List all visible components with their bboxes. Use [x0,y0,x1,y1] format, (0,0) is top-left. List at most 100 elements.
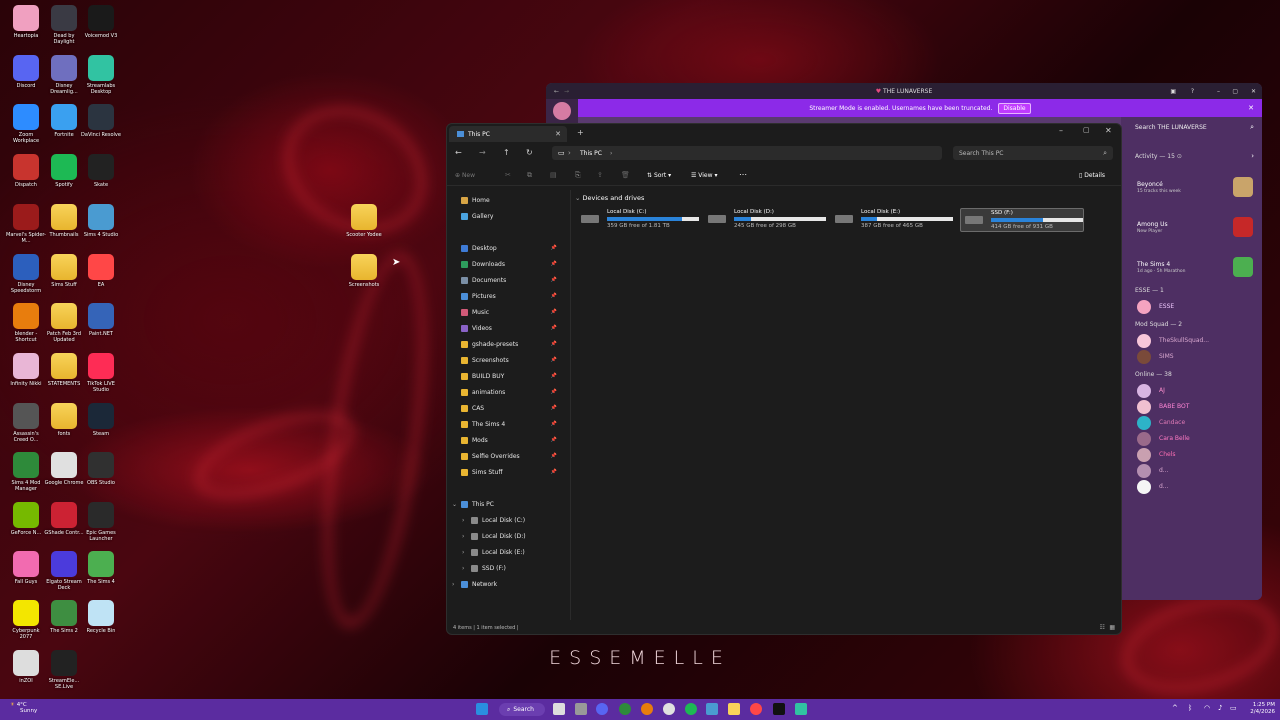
back-arrow-icon[interactable]: ← [455,148,462,157]
sims-studio-taskbar-icon[interactable] [706,703,718,715]
inbox-icon[interactable]: ▣ [1170,88,1176,95]
details-button[interactable]: ▯ Details [1079,172,1105,179]
desktop-icon[interactable]: Patch Feb 3rd Updated [44,303,84,343]
desktop-icon[interactable]: Epic Games Launcher [81,502,121,542]
maximize-icon[interactable]: ▢ [1232,88,1238,95]
desktop-icon[interactable]: Fall Guys [6,551,46,585]
up-arrow-icon[interactable]: ↑ [503,148,510,157]
search-input[interactable]: Search This PC ⌕ [953,146,1113,160]
forward-arrow-icon[interactable]: → [479,148,486,157]
blender-taskbar-icon[interactable] [641,703,653,715]
nav-item[interactable]: Desktop 📌 [461,241,571,255]
sort-button[interactable]: ⇅ Sort ▾ [647,172,671,179]
view-button[interactable]: ☰ View ▾ [691,172,717,179]
spotify-taskbar-icon[interactable] [685,703,697,715]
bluetooth-icon[interactable]: ᛒ [1188,704,1192,712]
devices-section-title[interactable]: ⌄ Devices and drives [575,194,644,202]
nav-item[interactable]: gshade-presets 📌 [461,337,571,351]
drive-tile[interactable]: Local Disk (C:) 359 GB free of 1.81 TB [577,208,701,232]
nav-item[interactable]: Home [461,193,571,207]
drive-tile[interactable]: Local Disk (E:) 387 GB free of 465 GB [831,208,955,232]
member-row[interactable]: Chels [1137,447,1259,463]
chevron-icon[interactable]: › [462,517,464,524]
nav-item[interactable]: › Local Disk (E:) [462,545,581,559]
rename-icon[interactable]: ⎘ [575,171,581,180]
desktop-icon[interactable]: GeForce N... [6,502,46,536]
member-row[interactable]: d... [1137,479,1259,495]
share-icon[interactable]: ⇪ [597,171,603,179]
desktop-icon[interactable]: Dispatch [6,154,46,188]
desktop-icon[interactable]: Heartopia [6,5,46,39]
activity-card[interactable]: Among Us New Player [1135,209,1255,243]
desktop-icon[interactable]: Discord [6,55,46,89]
desktop-icon[interactable]: Recycle Bin [81,600,121,634]
nav-item[interactable]: CAS 📌 [461,401,571,415]
wifi-icon[interactable]: ◠ [1204,704,1210,712]
ea-taskbar-icon[interactable] [750,703,762,715]
help-icon[interactable]: ? [1191,88,1194,95]
copy-icon[interactable]: ⧉ [527,171,532,180]
desktop-icon[interactable]: OBS Studio [81,452,121,486]
nav-item[interactable]: › Local Disk (C:) [462,513,581,527]
desktop-icon[interactable]: EA [81,254,121,288]
desktop-icon[interactable]: The Sims 4 [81,551,121,585]
more-options-icon[interactable]: ⋯ [739,170,747,179]
tiles-view-icon[interactable]: ▦ [1109,624,1115,631]
desktop-icon[interactable]: GShade Contr... [44,502,84,536]
nav-item[interactable]: Mods 📌 [461,433,571,447]
taskbar-search-button[interactable]: ⌕ Search [499,703,545,716]
desktop-icon[interactable]: Sims 4 Mod Manager [6,452,46,492]
close-icon[interactable]: ✕ [1251,88,1256,95]
drive-tile[interactable]: SSD (F:) 414 GB free of 931 GB [960,208,1084,232]
desktop-icon[interactable]: Cyberpunk 2077 [6,600,46,640]
member-row[interactable]: Cara Belle [1137,431,1259,447]
nav-item[interactable]: › SSD (F:) [462,561,581,575]
member-row[interactable]: TheSkullSquad... [1137,333,1259,349]
details-view-icon[interactable]: ☷ [1100,624,1105,631]
member-row[interactable]: Candace [1137,415,1259,431]
nav-item[interactable]: Pictures 📌 [461,289,571,303]
desktop-icon[interactable]: Scooter Yodee [344,204,384,238]
desktop-icon[interactable]: fonts [44,403,84,437]
nav-item[interactable]: Music 📌 [461,305,571,319]
desktop-icon[interactable]: Disney Dreamlig... [44,55,84,95]
desktop-icon[interactable]: Spotify [44,154,84,188]
member-row[interactable]: AJ [1137,383,1259,399]
task-view-icon[interactable] [553,703,565,715]
desktop-icon[interactable]: Zoom Workplace [6,104,46,144]
nav-item[interactable]: BUILD BUY 📌 [461,369,571,383]
desktop-icon[interactable]: Streamlabs Desktop [81,55,121,95]
chrome-taskbar-icon[interactable] [663,703,675,715]
member-row[interactable]: SIMS [1137,349,1259,365]
tab-close-icon[interactable]: ✕ [555,130,561,138]
desktop-icon[interactable]: Paint.NET [81,303,121,337]
search-icon[interactable]: ⌕ [1250,123,1254,132]
streamlabs-taskbar-icon[interactable] [795,703,807,715]
nav-item[interactable]: Screenshots 📌 [461,353,571,367]
member-row[interactable]: d... [1137,463,1259,479]
app-icon[interactable] [575,703,587,715]
disable-button[interactable]: Disable [998,102,1031,114]
delete-icon[interactable]: 🗑 [621,171,630,179]
desktop-icon[interactable]: Screenshots [344,254,384,288]
minimize-icon[interactable]: – [1217,88,1220,95]
desktop-icon[interactable]: DaVinci Resolve [81,104,121,138]
close-icon[interactable]: ✕ [1105,126,1112,135]
discord-search-input[interactable]: Search THE LUNAVERSE [1135,124,1207,131]
nav-item[interactable]: Sims Stuff 📌 [461,465,571,479]
desktop-icon[interactable]: Skate [81,154,121,188]
server-icon[interactable] [553,102,571,120]
desktop-icon[interactable]: Fortnite [44,104,84,138]
nav-item[interactable]: Videos 📌 [461,321,571,335]
refresh-icon[interactable]: ↻ [526,148,533,157]
minimize-icon[interactable]: – [1059,126,1063,135]
banner-close-icon[interactable]: ✕ [1248,104,1254,112]
member-row[interactable]: ESSE [1137,299,1259,315]
battery-icon[interactable]: ▭ [1230,704,1237,712]
address-bar[interactable]: ▭ › This PC › [552,146,942,160]
activity-card[interactable]: Beyoncé 15 tracks this week [1135,169,1255,203]
file-explorer-taskbar-icon[interactable] [728,703,740,715]
desktop-icon[interactable]: TikTok LIVE Studio [81,353,121,393]
nav-item[interactable]: Documents 📌 [461,273,571,287]
desktop-icon[interactable]: Infinity Nikki [6,353,46,387]
